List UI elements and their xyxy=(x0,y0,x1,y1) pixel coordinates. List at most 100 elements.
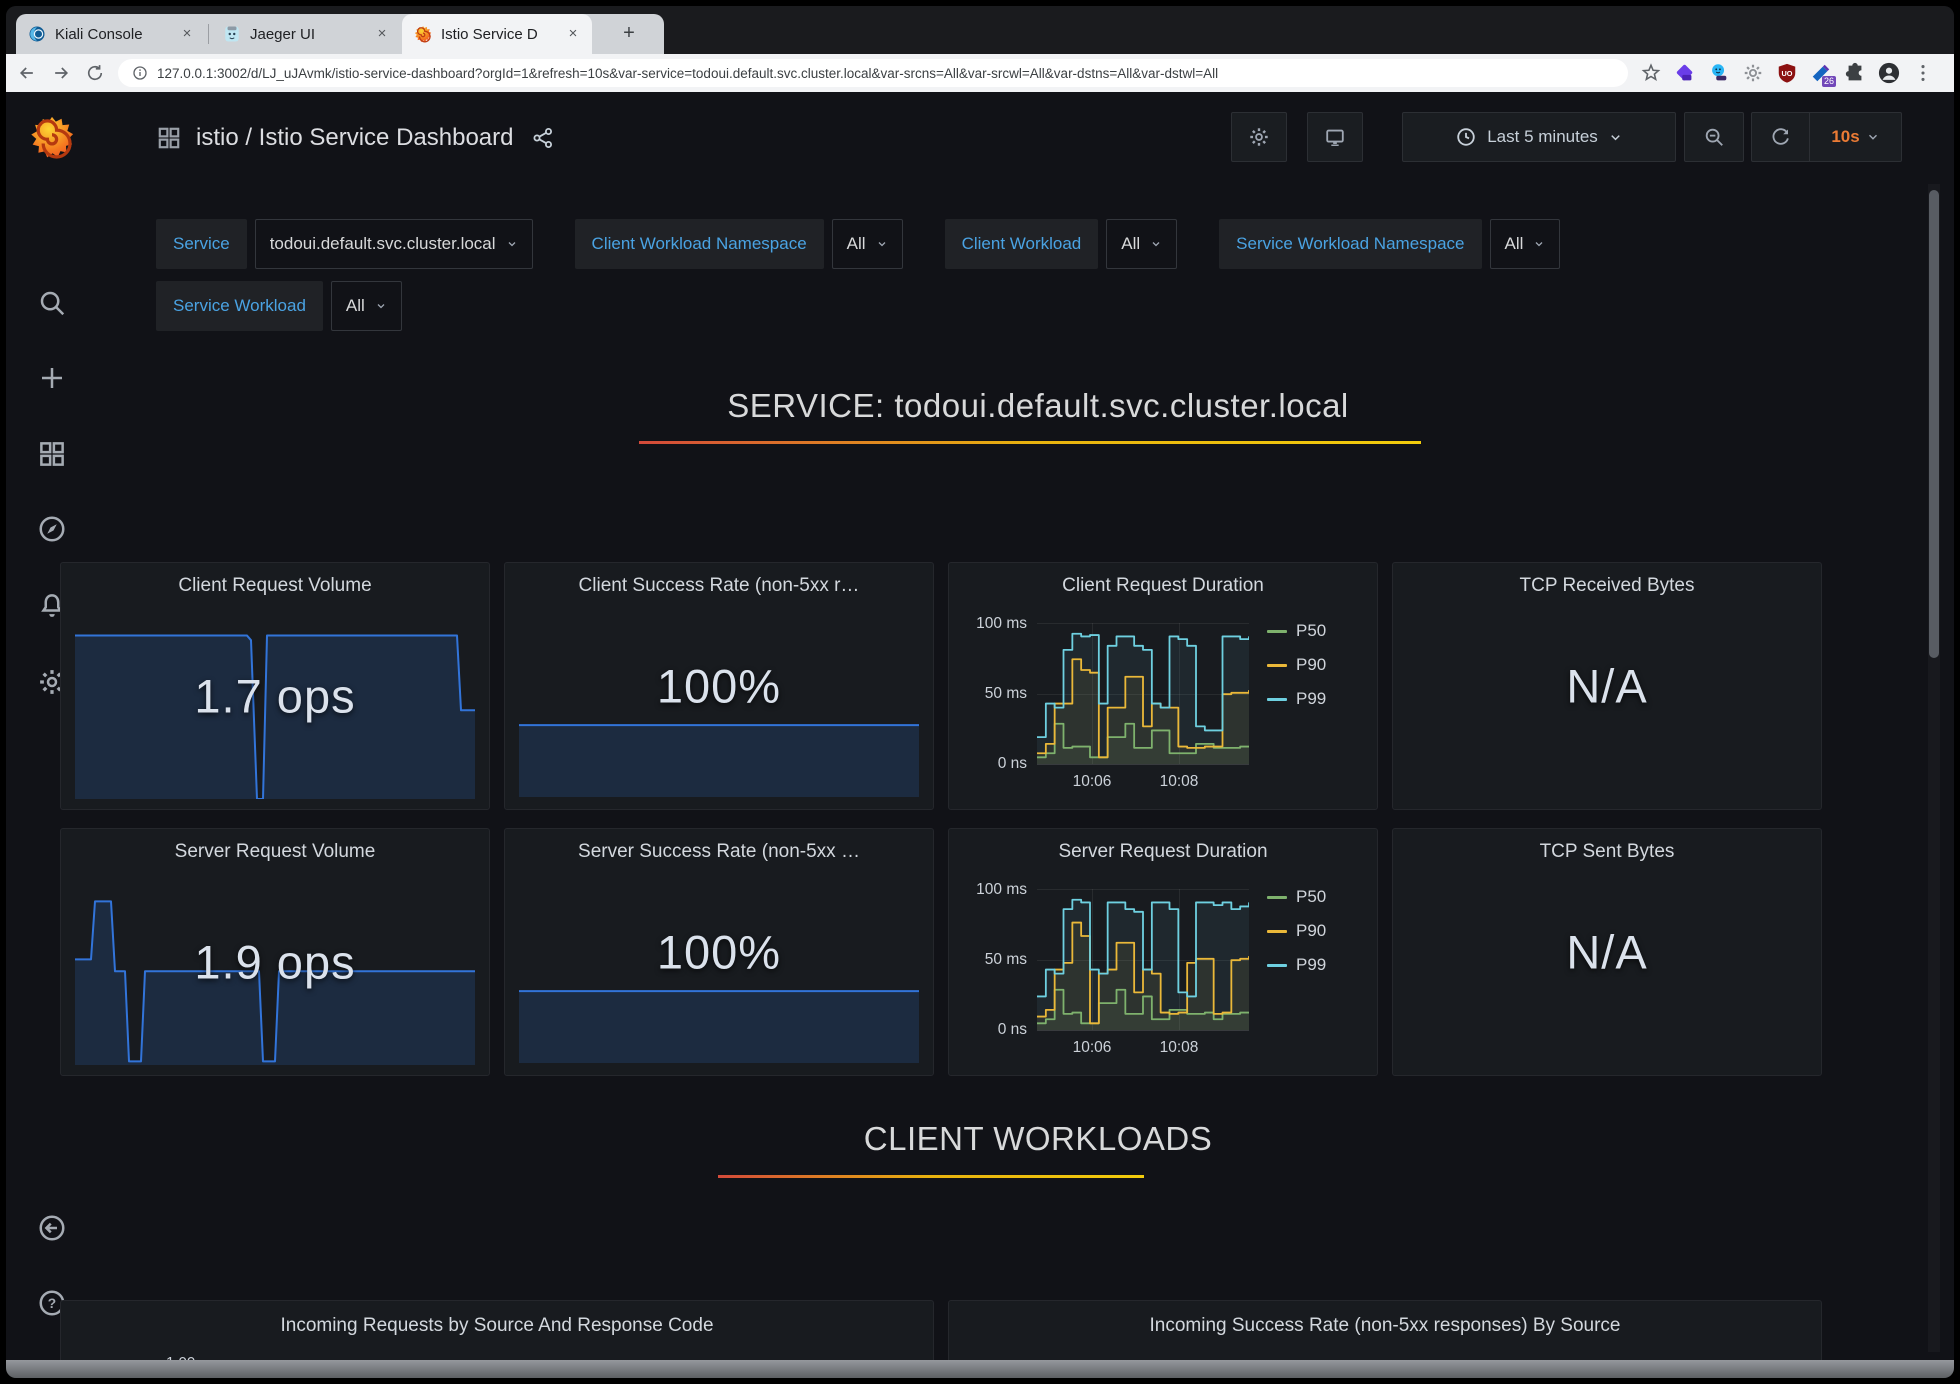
panel-title[interactable]: Client Request Duration xyxy=(959,575,1367,597)
legend-item[interactable]: P99 xyxy=(1267,953,1326,977)
url-text: 127.0.0.1:3002/d/LJ_uJAvmk/istio-service… xyxy=(157,66,1218,81)
extension-ublock-icon[interactable]: UO xyxy=(1776,62,1798,84)
refresh-icon[interactable] xyxy=(1752,113,1810,161)
page-title[interactable]: istio / Istio Service Dashboard xyxy=(196,124,513,152)
x-axis-tick: 10:06 xyxy=(1057,773,1127,791)
extension-pen-icon[interactable]: 26 xyxy=(1810,62,1832,84)
tab-istio-service-dashboard[interactable]: Istio Service D × xyxy=(402,14,592,54)
var-value-client-workload-namespace[interactable]: All xyxy=(832,219,903,269)
panel-title[interactable]: TCP Sent Bytes xyxy=(1403,841,1811,863)
x-axis-tick: 10:08 xyxy=(1144,773,1214,791)
tv-mode-button[interactable] xyxy=(1307,112,1363,162)
kiali-favicon xyxy=(28,25,46,43)
panel-server-request-volume[interactable]: Server Request Volume 1.9 ops xyxy=(60,828,490,1076)
back-icon[interactable] xyxy=(14,60,40,86)
zoom-out-button[interactable] xyxy=(1684,112,1744,162)
section-underline xyxy=(718,1175,1144,1178)
dashboard-settings-button[interactable] xyxy=(1231,112,1287,162)
var-label-client-workload-namespace[interactable]: Client Workload Namespace xyxy=(575,219,824,269)
scrollbar-thumb[interactable] xyxy=(1929,190,1939,658)
var-value-text: All xyxy=(1505,220,1524,268)
refresh-interval-dropdown[interactable]: 10s xyxy=(1810,127,1901,147)
bookmark-star-icon[interactable] xyxy=(1640,62,1662,84)
x-axis-tick: 10:08 xyxy=(1144,1039,1214,1057)
reload-icon[interactable] xyxy=(82,60,108,86)
panel-title[interactable]: TCP Received Bytes xyxy=(1403,575,1811,597)
create-plus-icon[interactable] xyxy=(37,363,67,393)
panel-title[interactable]: Client Success Rate (non-5xx r… xyxy=(515,575,923,597)
stat-value: 100% xyxy=(505,659,933,714)
panel-title[interactable]: Incoming Success Rate (non-5xx responses… xyxy=(959,1315,1811,1337)
var-label-service[interactable]: Service xyxy=(156,219,247,269)
profile-avatar[interactable] xyxy=(1878,62,1900,84)
panel-server-request-duration[interactable]: Server Request Duration 100 ms 50 ms 0 n… xyxy=(948,828,1378,1076)
tab-separator xyxy=(208,24,209,44)
tab-close-icon[interactable]: × xyxy=(564,25,582,43)
extension-gear-icon[interactable] xyxy=(1742,62,1764,84)
tab-close-icon[interactable]: × xyxy=(373,25,391,43)
legend-item[interactable]: P90 xyxy=(1267,653,1326,677)
grafana-favicon xyxy=(414,25,432,43)
tab-label: Kiali Console xyxy=(55,26,178,43)
y-axis-tick: 50 ms xyxy=(949,951,1027,969)
grafana-logo[interactable] xyxy=(29,114,75,160)
y-axis-tick: 0 ns xyxy=(949,755,1027,773)
tab-kiali-console[interactable]: Kiali Console × xyxy=(16,14,206,54)
browser-menu-icon[interactable] xyxy=(1912,62,1934,84)
grafana-app: ? istio / Istio Service Dashboard Last 5… xyxy=(6,92,1954,1378)
panel-title[interactable]: Server Request Duration xyxy=(959,841,1367,863)
panel-tcp-received-bytes[interactable]: TCP Received Bytes N/A xyxy=(1392,562,1822,810)
panel-client-request-volume[interactable]: Client Request Volume 1.7 ops xyxy=(60,562,490,810)
section-underline xyxy=(639,441,1421,444)
legend-item[interactable]: P90 xyxy=(1267,919,1326,943)
panel-server-success-rate[interactable]: Server Success Rate (non-5xx … 100% xyxy=(504,828,934,1076)
var-value-service-workload[interactable]: All xyxy=(331,281,402,331)
panel-title[interactable]: Server Success Rate (non-5xx … xyxy=(515,841,923,863)
tab-close-icon[interactable]: × xyxy=(178,25,196,43)
y-axis-tick: 100 ms xyxy=(949,615,1027,633)
extension-face-icon[interactable] xyxy=(1708,62,1730,84)
legend-item[interactable]: P50 xyxy=(1267,885,1326,909)
tab-label: Jaeger UI xyxy=(250,26,373,43)
time-range-picker[interactable]: Last 5 minutes xyxy=(1402,112,1676,162)
url-bar[interactable]: 127.0.0.1:3002/d/LJ_uJAvmk/istio-service… xyxy=(118,59,1628,87)
template-variables: Service todoui.default.svc.cluster.local… xyxy=(156,219,1894,343)
stat-value: 1.9 ops xyxy=(61,934,489,989)
new-tab-button[interactable]: + xyxy=(616,21,642,47)
var-label-service-workload[interactable]: Service Workload xyxy=(156,281,323,331)
panel-title[interactable]: Incoming Requests by Source And Response… xyxy=(71,1315,923,1337)
panel-tcp-sent-bytes[interactable]: TCP Sent Bytes N/A xyxy=(1392,828,1822,1076)
search-icon[interactable] xyxy=(37,288,67,318)
var-value-client-workload[interactable]: All xyxy=(1106,219,1177,269)
clock-icon xyxy=(1455,126,1477,148)
tab-label: Istio Service D xyxy=(441,26,564,43)
page-scrollbar[interactable] xyxy=(1928,184,1940,1352)
var-label-client-workload[interactable]: Client Workload xyxy=(945,219,1099,269)
y-axis-tick: 50 ms xyxy=(949,685,1027,703)
panel-title[interactable]: Client Request Volume xyxy=(71,575,479,597)
refresh-button-group[interactable]: 10s xyxy=(1751,112,1902,162)
var-value-service-workload-namespace[interactable]: All xyxy=(1490,219,1561,269)
panel-title[interactable]: Server Request Volume xyxy=(71,841,479,863)
tab-strip: Kiali Console × Jaeger UI × xyxy=(6,6,1954,54)
var-value-service[interactable]: todoui.default.svc.cluster.local xyxy=(255,219,533,269)
legend-item[interactable]: P50 xyxy=(1267,619,1326,643)
dashboards-icon[interactable] xyxy=(37,439,67,469)
share-icon[interactable] xyxy=(531,126,555,150)
forward-icon[interactable] xyxy=(48,60,74,86)
explore-compass-icon[interactable] xyxy=(37,514,67,544)
extension-diamond-icon[interactable] xyxy=(1674,62,1696,84)
site-info-icon[interactable] xyxy=(132,65,148,81)
legend-item[interactable]: P99 xyxy=(1267,687,1326,711)
panel-client-success-rate[interactable]: Client Success Rate (non-5xx r… 100% xyxy=(504,562,934,810)
time-range-label: Last 5 minutes xyxy=(1487,127,1598,147)
panel-client-request-duration[interactable]: Client Request Duration 100 ms 50 ms 0 n… xyxy=(948,562,1378,810)
extensions-puzzle-icon[interactable] xyxy=(1844,62,1866,84)
sign-in-icon[interactable] xyxy=(37,1213,67,1243)
dashboard-grid-icon[interactable] xyxy=(156,125,182,151)
chart-legend: P50 P90 P99 xyxy=(1267,619,1326,721)
tab-jaeger-ui[interactable]: Jaeger UI × xyxy=(211,14,401,54)
var-value-text: All xyxy=(847,220,866,268)
refresh-interval-label: 10s xyxy=(1831,127,1859,147)
var-label-service-workload-namespace[interactable]: Service Workload Namespace xyxy=(1219,219,1481,269)
